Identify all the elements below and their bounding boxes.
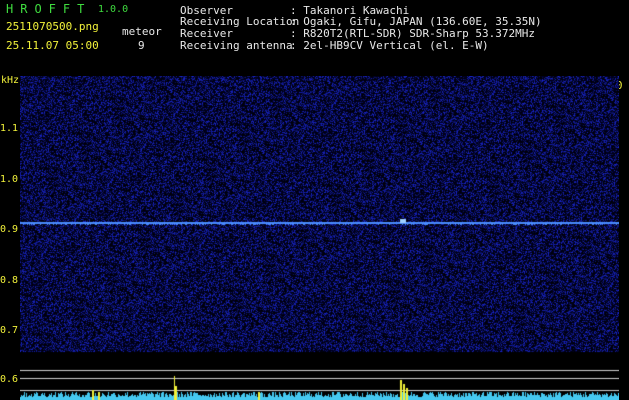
freq-tick-label: 0.7: [0, 325, 19, 336]
freq-tick-label: 0.6: [0, 374, 19, 385]
info-key-antenna: Receiving antenna: [180, 39, 293, 52]
freq-tick-label: 0.8: [0, 275, 19, 286]
meteor-count: 9: [138, 39, 145, 52]
freq-tick-label: 1.1: [0, 123, 19, 134]
record-datetime: 25.11.07 05:00: [6, 39, 99, 52]
freq-tick-label: 1.0: [0, 174, 19, 185]
freq-unit-label: kHz: [1, 75, 20, 86]
spectrogram-canvas: [20, 76, 619, 400]
info-value-antenna: : 2el-HB9CV Vertical (el. E-W): [290, 39, 489, 52]
app-version: 1.0.0: [98, 4, 129, 15]
file-name: 2511070500.png: [6, 20, 99, 33]
meteor-label: meteor: [122, 25, 162, 38]
freq-tick-label: 0.9: [0, 224, 19, 235]
app-brand: HROFFT: [6, 2, 92, 16]
